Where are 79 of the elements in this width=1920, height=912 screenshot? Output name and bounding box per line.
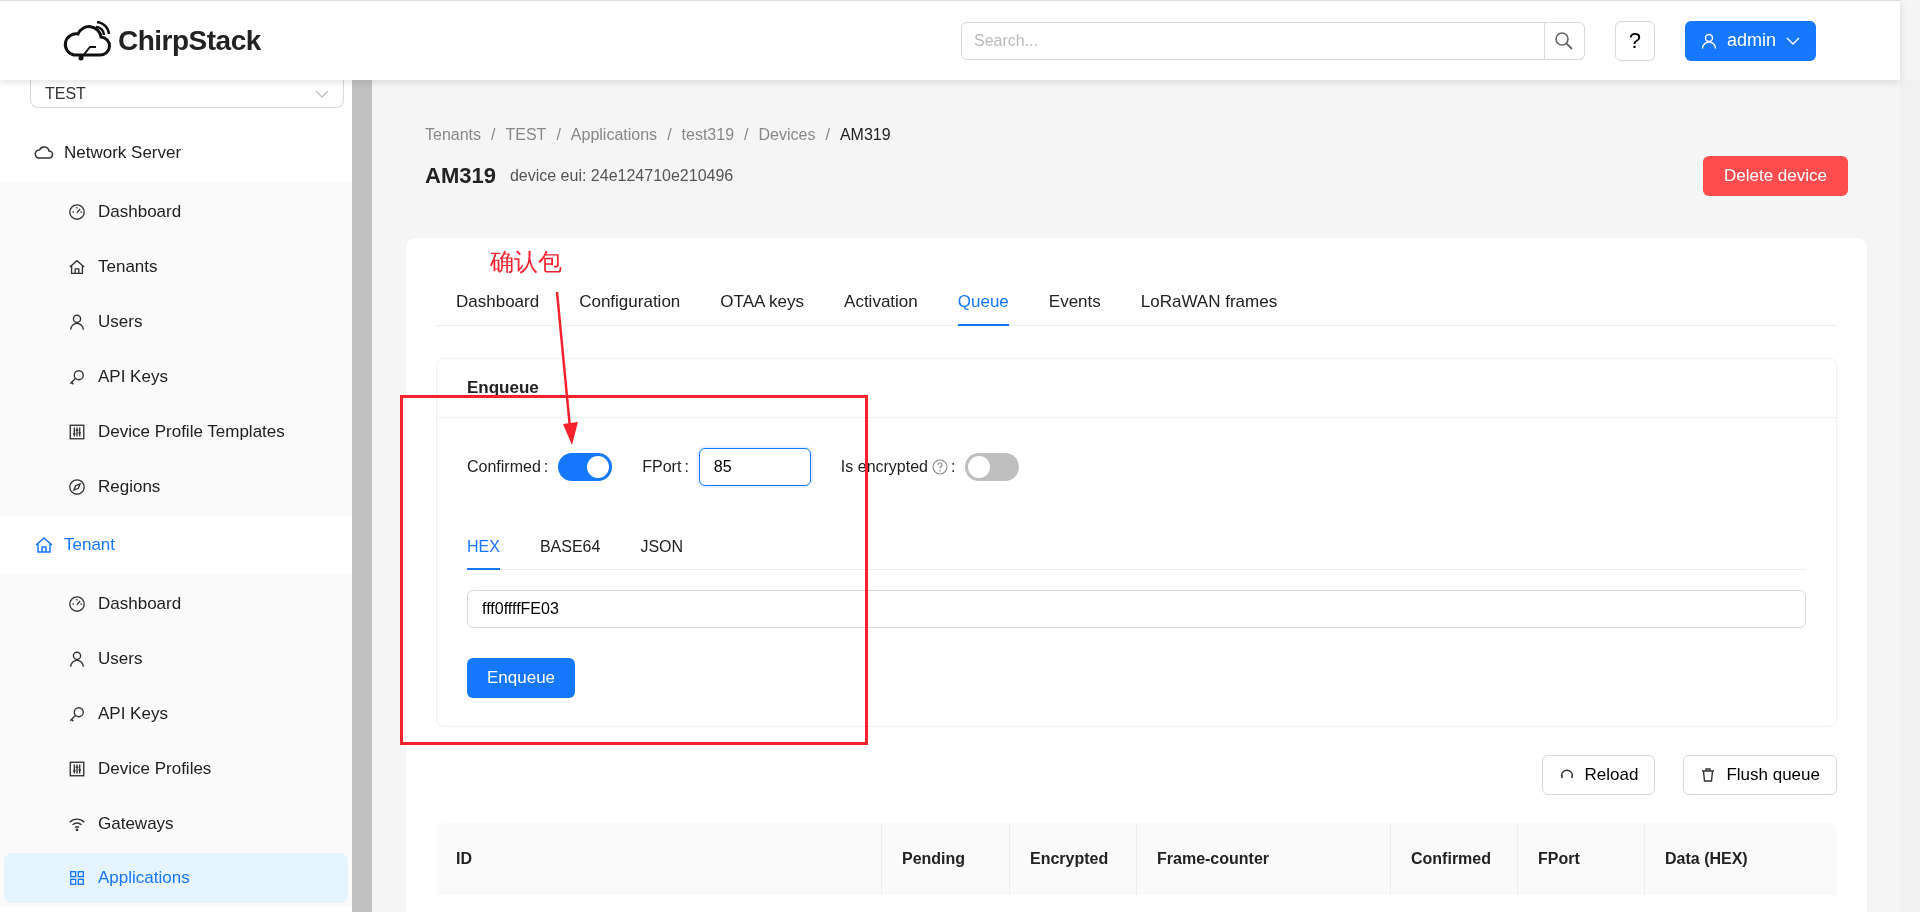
tab[interactable]: OTAA keys bbox=[720, 282, 805, 326]
menu-item[interactable]: Dashboard bbox=[4, 184, 348, 239]
search-button[interactable] bbox=[1544, 21, 1585, 60]
column-header: Pending bbox=[881, 823, 1009, 895]
menu-item[interactable]: API Keys bbox=[4, 686, 348, 741]
menu-section[interactable]: Tenant bbox=[0, 516, 352, 574]
scrollbar[interactable] bbox=[352, 80, 372, 912]
key-icon bbox=[68, 367, 86, 386]
column-header: Frame-counter bbox=[1136, 823, 1390, 895]
caret-icon bbox=[1786, 36, 1800, 45]
home-icon bbox=[68, 257, 86, 276]
tab[interactable]: Activation bbox=[844, 282, 918, 326]
tab[interactable]: JSON bbox=[640, 528, 684, 570]
cloud-logo-icon bbox=[62, 20, 112, 61]
dashboard-icon bbox=[68, 202, 86, 221]
dashboard-icon bbox=[68, 594, 86, 613]
panel-title: Enqueue bbox=[437, 359, 1836, 418]
trash-icon bbox=[1700, 767, 1717, 783]
tab[interactable]: HEX bbox=[467, 528, 500, 570]
delete-button[interactable]: Flush queue bbox=[1683, 755, 1837, 795]
grid-icon bbox=[68, 869, 86, 887]
menu-item[interactable]: Dashboard bbox=[4, 576, 348, 631]
breadcrumb-separator: / bbox=[556, 126, 561, 144]
key-icon bbox=[68, 704, 86, 723]
column-header: FPort bbox=[1517, 823, 1644, 895]
column-header: ID bbox=[455, 849, 473, 869]
column-header: Encrypted bbox=[1009, 823, 1136, 895]
menu-item[interactable]: Gateways bbox=[4, 796, 348, 851]
label-colon: : bbox=[951, 458, 956, 476]
menu-item[interactable]: Applications bbox=[4, 853, 348, 903]
user-icon bbox=[68, 649, 86, 668]
breadcrumb-separator: / bbox=[744, 126, 749, 144]
home-icon bbox=[34, 535, 54, 555]
breadcrumb-separator: / bbox=[667, 126, 672, 144]
page-title: AM319 bbox=[425, 163, 496, 189]
menu-item[interactable]: Tenants bbox=[4, 239, 348, 294]
toggle-switch[interactable] bbox=[558, 453, 613, 481]
tab[interactable]: Events bbox=[1048, 282, 1101, 326]
menu-item[interactable]: Regions bbox=[4, 459, 348, 514]
help-button[interactable]: ? bbox=[1614, 20, 1655, 61]
breadcrumb-separator: / bbox=[491, 126, 496, 144]
breadcrumb-current: AM319 bbox=[839, 126, 891, 144]
reload-button[interactable]: Reload bbox=[1541, 755, 1656, 795]
sliders-icon bbox=[68, 759, 86, 778]
label-colon: : bbox=[543, 458, 549, 476]
field-label: FPort bbox=[642, 458, 682, 476]
fport-input[interactable]: 85 bbox=[698, 448, 811, 486]
caret-icon bbox=[315, 89, 329, 98]
user-menu-button[interactable]: admin bbox=[1684, 20, 1816, 61]
user-icon bbox=[1700, 32, 1717, 49]
payload-input[interactable]: fff0ffffFE03 bbox=[467, 590, 1806, 628]
label-colon: : bbox=[684, 458, 689, 476]
breadcrumb-separator: / bbox=[825, 126, 830, 144]
sliders-icon bbox=[68, 422, 86, 441]
search-field[interactable]: Search... bbox=[960, 21, 1545, 60]
annotation-label: 确认包 bbox=[490, 248, 562, 276]
search-icon bbox=[1554, 30, 1575, 51]
field-label: Confirmed bbox=[467, 458, 541, 476]
menu-item[interactable]: API Keys bbox=[4, 349, 348, 404]
tab[interactable]: Configuration bbox=[579, 282, 681, 326]
tab[interactable]: Queue bbox=[957, 282, 1009, 326]
column-header: Data (HEX) bbox=[1644, 823, 1837, 895]
logo-text: ChirpStack bbox=[118, 24, 261, 57]
compass-icon bbox=[68, 477, 86, 496]
user-icon bbox=[68, 312, 86, 331]
tab[interactable]: Dashboard bbox=[456, 282, 540, 326]
menu-item[interactable]: Users bbox=[4, 631, 348, 686]
page-subtitle: device eui: 24e124710e210496 bbox=[509, 167, 734, 185]
enqueue-button[interactable]: Enqueue bbox=[467, 658, 576, 698]
help-icon[interactable] bbox=[932, 459, 948, 475]
tenant-select[interactable]: TEST bbox=[30, 80, 344, 108]
menu-item[interactable]: Users bbox=[4, 294, 348, 349]
menu-item[interactable]: Device Profiles bbox=[4, 741, 348, 796]
tab[interactable]: LoRaWAN frames bbox=[1140, 282, 1278, 326]
menu-section[interactable]: Network Server bbox=[0, 124, 352, 182]
column-header: Confirmed bbox=[1390, 823, 1517, 895]
menu-item[interactable]: Device Profile Templates bbox=[4, 404, 348, 459]
tab[interactable]: BASE64 bbox=[539, 528, 601, 570]
toggle-switch[interactable] bbox=[965, 453, 1020, 481]
